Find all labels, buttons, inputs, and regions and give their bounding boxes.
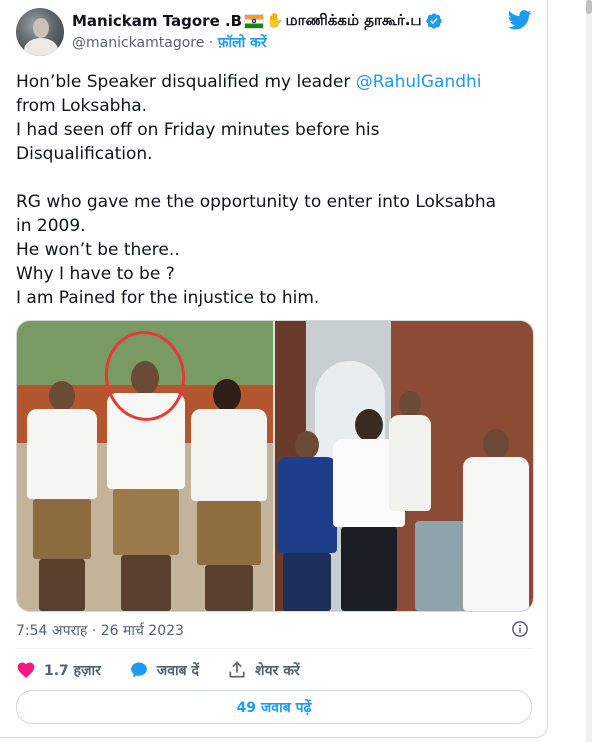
author-handle[interactable]: @manickamtagore: [72, 35, 204, 51]
photo-person-kurta: [463, 457, 529, 611]
verified-badge-icon: [425, 13, 442, 29]
timestamp-date[interactable]: 26 मार्च 2023: [101, 623, 184, 639]
avatar-face: [33, 18, 49, 38]
tweet-text-line: Disqualification.: [16, 142, 536, 166]
like-count: 1.7 हज़ार: [44, 662, 101, 679]
photo-person-head: [483, 429, 509, 459]
tweet-card: Manickam Tagore .B ✋ மாணிக்கம் தாகூர்.ப …: [0, 0, 548, 738]
tweet-text-line: RG who gave me the opportunity to enter …: [16, 190, 536, 214]
avatar-shirt: [24, 38, 58, 56]
tweet-text-segment: in 2009.: [16, 216, 86, 236]
tweet-media[interactable]: [16, 320, 534, 612]
tweet-header: Manickam Tagore .B ✋ மாணிக்கம் தாகூர்.ப …: [16, 8, 532, 56]
photo-person-legs: [205, 565, 253, 611]
author-name-row[interactable]: Manickam Tagore .B ✋ மாணிக்கம் தாகூர்.ப: [72, 11, 443, 31]
photo-person-head: [295, 431, 319, 459]
tweet-text-segment: from Loksabha.: [16, 96, 148, 116]
heart-icon: [17, 662, 35, 678]
tweet-text-segment: I had seen off on Friday minutes before …: [16, 120, 380, 140]
photo-person: [187, 379, 271, 611]
share-button[interactable]: शेयर करें: [227, 660, 300, 680]
india-flag-icon: [244, 13, 265, 29]
photo-person-head: [355, 409, 383, 441]
tweet-text-line: He won’t be there..: [16, 238, 536, 262]
tweet-text-line: [16, 166, 536, 190]
tweet-text-line: Why I have to be ?: [16, 262, 536, 286]
photo-person-head: [213, 379, 241, 411]
photo-person: [463, 429, 529, 611]
photo-person-shirt: [389, 415, 431, 511]
media-photo-right[interactable]: [275, 321, 533, 611]
info-icon[interactable]: [511, 620, 529, 638]
tweet-text-segment: I am Pained for the injustice to him.: [16, 288, 320, 308]
timestamp-separator: ·: [87, 623, 101, 639]
raised-hand-icon: ✋: [266, 13, 284, 29]
photo-person: [277, 431, 337, 611]
photo-person-shorts: [33, 499, 91, 559]
tweet-timestamp[interactable]: 7:54 अपराह · 26 मार्च 2023: [16, 621, 184, 640]
page-scrollbar[interactable]: [586, 0, 592, 742]
photo-person: [21, 381, 103, 611]
photo-person-shirt: [277, 457, 337, 553]
tweet-text-segment: He won’t be there..: [16, 240, 180, 260]
photo-person-legs: [341, 527, 397, 611]
mention-link[interactable]: @RahulGandhi: [356, 72, 482, 92]
tweet-text-segment: Hon’ble Speaker disqualified my leader: [16, 72, 356, 92]
photo-person-legs: [283, 553, 331, 611]
tweet-text-segment: Disqualification.: [16, 144, 153, 164]
photo-person-shorts: [113, 489, 179, 555]
share-upload-icon: [229, 661, 245, 678]
tweet-text-segment: Why I have to be ?: [16, 264, 175, 284]
photo-person-shirt: [191, 409, 267, 501]
tweet-text: Hon’ble Speaker disqualified my leader @…: [16, 70, 536, 310]
tweet-text-segment: RG who gave me the opportunity to enter …: [16, 192, 497, 212]
photo-person-head: [49, 381, 75, 411]
tweet-text-line: I had seen off on Friday minutes before …: [16, 118, 536, 142]
share-label: शेयर करें: [254, 662, 300, 679]
timestamp-time[interactable]: 7:54 अपराह: [16, 623, 87, 639]
photo-person: [387, 391, 433, 511]
actions-divider: [16, 648, 532, 649]
photo-person-legs: [39, 559, 85, 611]
scrollbar-thumb[interactable]: [586, 0, 592, 14]
reply-button[interactable]: जवाब दें: [129, 660, 199, 680]
author-handle-row: @manickamtagore · फ़ॉलो करें: [72, 33, 267, 52]
tweet-text-line: I am Pained for the injustice to him.: [16, 286, 536, 310]
follow-button[interactable]: फ़ॉलो करें: [218, 35, 267, 51]
like-button[interactable]: 1.7 हज़ार: [16, 660, 101, 680]
photo-person-shorts: [197, 501, 261, 565]
author-avatar[interactable]: [16, 8, 64, 56]
twitter-bird-icon[interactable]: [508, 10, 532, 30]
photo-person-head: [399, 391, 421, 417]
reply-label: जवाब दें: [156, 662, 199, 679]
photo-person-shirt: [27, 409, 97, 499]
tweet-text-line: from Loksabha.: [16, 94, 536, 118]
reply-bubble-icon: [130, 662, 147, 678]
read-replies-button[interactable]: 49 जवाब पढ़ें: [16, 690, 532, 724]
photo-person-legs: [121, 555, 171, 611]
media-photo-left[interactable]: [17, 321, 273, 611]
author-display-name-tamil[interactable]: மாணிக்கம் தாகூர்.ப: [286, 11, 422, 31]
handle-separator: ·: [204, 35, 218, 51]
tweet-text-line: Hon’ble Speaker disqualified my leader @…: [16, 70, 536, 94]
tweet-text-line: in 2009.: [16, 214, 536, 238]
author-display-name[interactable]: Manickam Tagore .B: [72, 12, 242, 30]
tweet-actions: 1.7 हज़ार जवाब दें शेयर करें: [16, 658, 328, 682]
